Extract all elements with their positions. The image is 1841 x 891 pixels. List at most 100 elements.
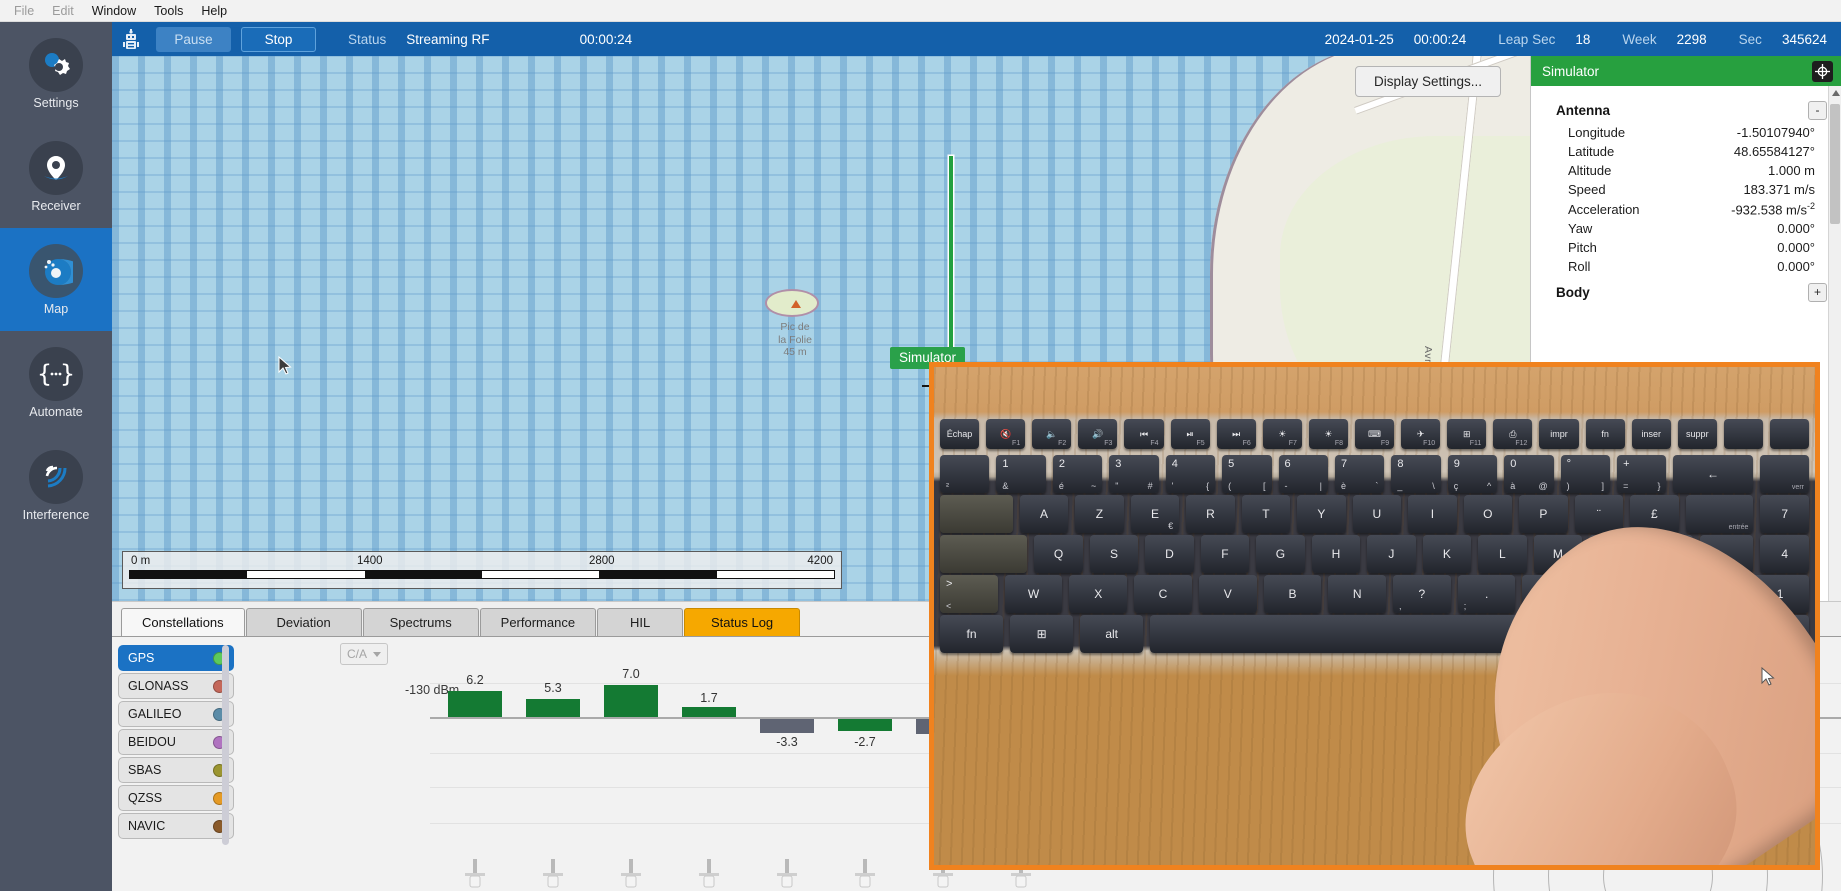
constellation-item-beidou[interactable]: BEIDOU [118,729,234,755]
key-space [1150,615,1529,653]
braces-icon: { } [29,346,83,401]
leap-sec-value: 18 [1575,31,1591,47]
key-less-greater: > < [940,575,998,613]
constellation-list-scrollbar[interactable] [222,645,229,845]
rail-label-map: Map [43,301,69,316]
chart-bar-rect [682,707,736,717]
crosshair-target-icon[interactable] [1812,60,1833,82]
tab-constellations[interactable]: Constellations [121,608,245,636]
key-3: 3 " # [1109,455,1159,493]
key-u: U [1352,495,1402,533]
tab-deviation[interactable]: Deviation [245,608,362,636]
antenna-key-altitude: Altitude [1568,163,1612,178]
chart-bar-label: 1.7 [700,691,718,705]
simulator-panel-scrollbar[interactable] [1828,86,1841,601]
menu-tools[interactable]: Tools [146,2,191,20]
constellation-item-qzss[interactable]: QZSS [118,785,234,811]
pause-button[interactable]: Pause [156,26,231,52]
key-f3: 🔊 F3 [1078,419,1118,449]
rail-item-automate[interactable]: { } Automate [0,331,112,434]
tab-status-log[interactable]: Status Log [684,608,801,636]
tab-performance[interactable]: Performance [479,608,597,636]
constellation-item-navic[interactable]: NAVIC [118,813,234,839]
key-f9: ⌨ F9 [1354,419,1395,449]
constellation-item-sbas[interactable]: SBAS [118,757,234,783]
scale-tick-1: 1400 [357,555,383,567]
scrollbar-thumb[interactable] [1830,104,1840,224]
antenna-value-latitude: 48.65584127° [1733,144,1815,159]
body-expand-button[interactable]: + [1808,283,1827,303]
key-k: K [1422,535,1472,573]
robot-icon[interactable] [116,28,146,50]
chart-bar-rect [526,699,580,717]
key-9: 9 ç ^ [1447,455,1498,493]
antenna-row-roll: Roll 0.000° [1531,257,1841,276]
rail-item-interference[interactable]: Interference [0,434,112,537]
constellation-label-galileo: GALILEO [128,707,182,721]
sim-date: 2024-01-25 [1324,31,1394,47]
menu-help[interactable]: Help [193,2,235,20]
tab-hil[interactable]: HIL [597,608,684,636]
key-x: X [1069,575,1128,613]
chart-bar-rect [448,691,502,717]
key-fn-left: fn [940,615,1004,653]
key-s: S [1089,535,1139,573]
keyboard-photo-overlay[interactable]: Échap 🔇 F1 🔈 F2 🔊 F3 ⏮ F4 ⏯ F5 ⏭ F6 ☀ F7 ☀ F8 ⌨ F… [929,362,1820,870]
key-j: J [1367,535,1416,573]
constellation-item-glonass[interactable]: GLONASS [118,673,234,699]
menu-edit[interactable]: Edit [44,2,82,20]
key-capslock [940,535,1028,573]
menu-file[interactable]: File [6,2,42,20]
antenna-row-altitude: Altitude 1.000 m [1531,161,1841,180]
signal-waves-icon [29,449,83,504]
rail-label-interference: Interference [22,507,90,522]
antenna-key-roll: Roll [1568,259,1591,275]
chart-bar-label: 6.2 [466,673,484,687]
constellation-label-sbas: SBAS [128,763,162,777]
key-4: 4 '{ [1165,455,1216,493]
antenna-collapse-button[interactable]: - [1808,101,1827,120]
antenna-value-longitude: -1.50107940° [1736,125,1815,140]
week-value: 2298 [1676,31,1707,47]
signal-selector-dropdown[interactable]: C/A [340,643,388,665]
scroll-up-arrow-icon[interactable] [1832,90,1840,96]
key-f5: ⏯ F5 [1170,419,1210,449]
key-6: 6- | [1278,455,1328,493]
map-scale-bar: 0 m 1400 2800 4200 [122,551,842,589]
antenna-row-longitude: Longitude -1.50107940° [1531,123,1841,142]
application-window: File Edit Window Tools Help Settings Rec… [0,0,1841,891]
menu-bar: File Edit Window Tools Help [0,0,1841,22]
key-y: Y [1297,495,1346,533]
rail-item-map[interactable]: Map [0,228,112,331]
rail-item-receiver[interactable]: Receiver [0,125,112,228]
constellation-list: GPS GLONASS GALILEO BEIDOU SBAS QZSS NAV… [112,645,234,891]
key-f8: ☀ F8 [1308,419,1348,449]
status-label: Status [348,31,387,47]
islet-label: Pic de la Folie 45 m [752,321,838,359]
menu-window[interactable]: Window [84,2,144,20]
stop-button[interactable]: Stop [241,26,316,52]
antenna-section-header: Antenna - [1531,98,1841,123]
key-f11: ⊞ F11 [1447,419,1487,449]
islet-label-line1: Pic de [780,321,810,333]
key-v: V [1198,575,1257,613]
key-h: H [1311,535,1361,573]
antenna-value-acceleration-text: -932.538 m/s [1731,202,1807,218]
antenna-value-altitude: 1.000 m [1768,163,1815,178]
rail-item-settings[interactable]: Settings [0,22,112,125]
key-5: 5([ [1222,455,1272,493]
status-toolbar: Pause Stop Status Streaming RF 00:00:24 … [112,22,1841,56]
tab-spectrums[interactable]: Spectrums [362,608,479,636]
key-2: 2 é ~ [1052,455,1103,493]
chart-bar-label: 7.0 [622,667,640,681]
constellation-label-beidou: BEIDOU [128,735,176,749]
key-a: A [1019,495,1069,533]
antenna-row-pitch: Pitch 0.000° [1531,238,1841,257]
key-t: T [1241,495,1291,533]
constellation-item-gps[interactable]: GPS [118,645,234,671]
antenna-value-pitch: 0.000° [1777,240,1815,256]
constellation-item-galileo[interactable]: GALILEO [118,701,234,727]
antenna-key-longitude: Longitude [1568,125,1626,140]
display-settings-button[interactable]: Display Settings... [1355,66,1502,97]
key-r: R [1186,495,1235,533]
